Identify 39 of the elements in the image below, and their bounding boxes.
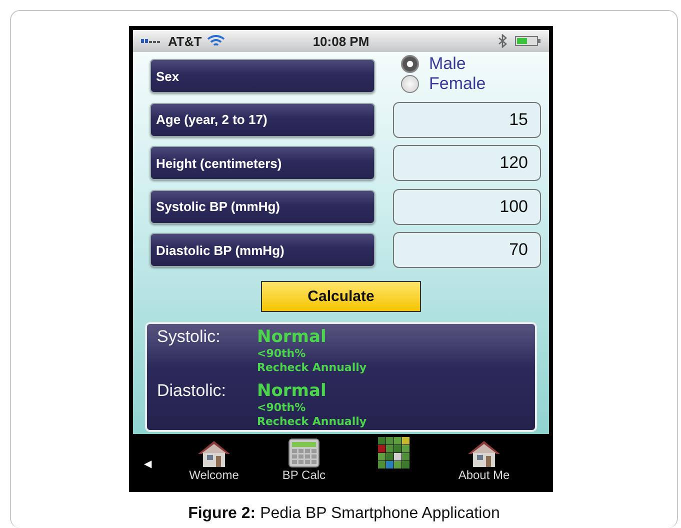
option-label: Female xyxy=(429,74,486,94)
field-label: Height (centimeters) xyxy=(150,146,375,180)
carrier-name: AT&T xyxy=(168,34,202,48)
radio-option[interactable]: Male xyxy=(401,54,486,74)
input-field[interactable]: 15 xyxy=(393,102,541,138)
signal-icon xyxy=(141,38,163,44)
tab-item[interactable]: BP Calc xyxy=(259,436,349,486)
tab-item[interactable]: Welcome xyxy=(169,436,259,486)
option-label: Male xyxy=(429,54,466,74)
battery-icon xyxy=(515,36,541,46)
tab-item[interactable]: About Me xyxy=(439,436,529,486)
figure-caption: Figure 2: Pedia BP Smartphone Application xyxy=(188,505,500,523)
back-arrow[interactable]: ◀ xyxy=(133,458,169,470)
radio-button[interactable] xyxy=(401,55,419,73)
bluetooth-icon xyxy=(498,34,507,48)
advice-text: Recheck Annually xyxy=(257,361,368,375)
input-field[interactable]: 120 xyxy=(393,145,541,181)
percentile-text: <90th% xyxy=(257,401,307,415)
field-label: Systolic BP (mmHg) xyxy=(150,190,375,224)
calculator-icon xyxy=(288,438,320,468)
field-label: Sex xyxy=(150,59,375,93)
input-field[interactable]: 70 xyxy=(393,232,541,268)
input-field[interactable]: 100 xyxy=(393,188,541,224)
clock-time: 10:08 PM xyxy=(312,34,370,48)
result-status: Normal xyxy=(257,327,328,347)
radio-option[interactable]: Female xyxy=(401,74,486,94)
result-status: Normal xyxy=(257,381,328,401)
house-icon xyxy=(467,440,501,468)
percentile-text: <90th% xyxy=(257,347,307,361)
radio-button[interactable] xyxy=(401,75,419,93)
result-label: Systolic: xyxy=(157,327,222,347)
field-label: Age (year, 2 to 17) xyxy=(150,102,375,136)
calculate-button[interactable]: Calculate xyxy=(261,281,421,312)
advice-text: Recheck Annually xyxy=(257,415,368,429)
field-label: Diastolic BP (mmHg) xyxy=(150,233,375,267)
wifi-icon xyxy=(206,35,225,47)
grid-icon xyxy=(377,436,411,470)
result-label: Diastolic: xyxy=(157,381,227,401)
house-icon xyxy=(197,440,231,468)
